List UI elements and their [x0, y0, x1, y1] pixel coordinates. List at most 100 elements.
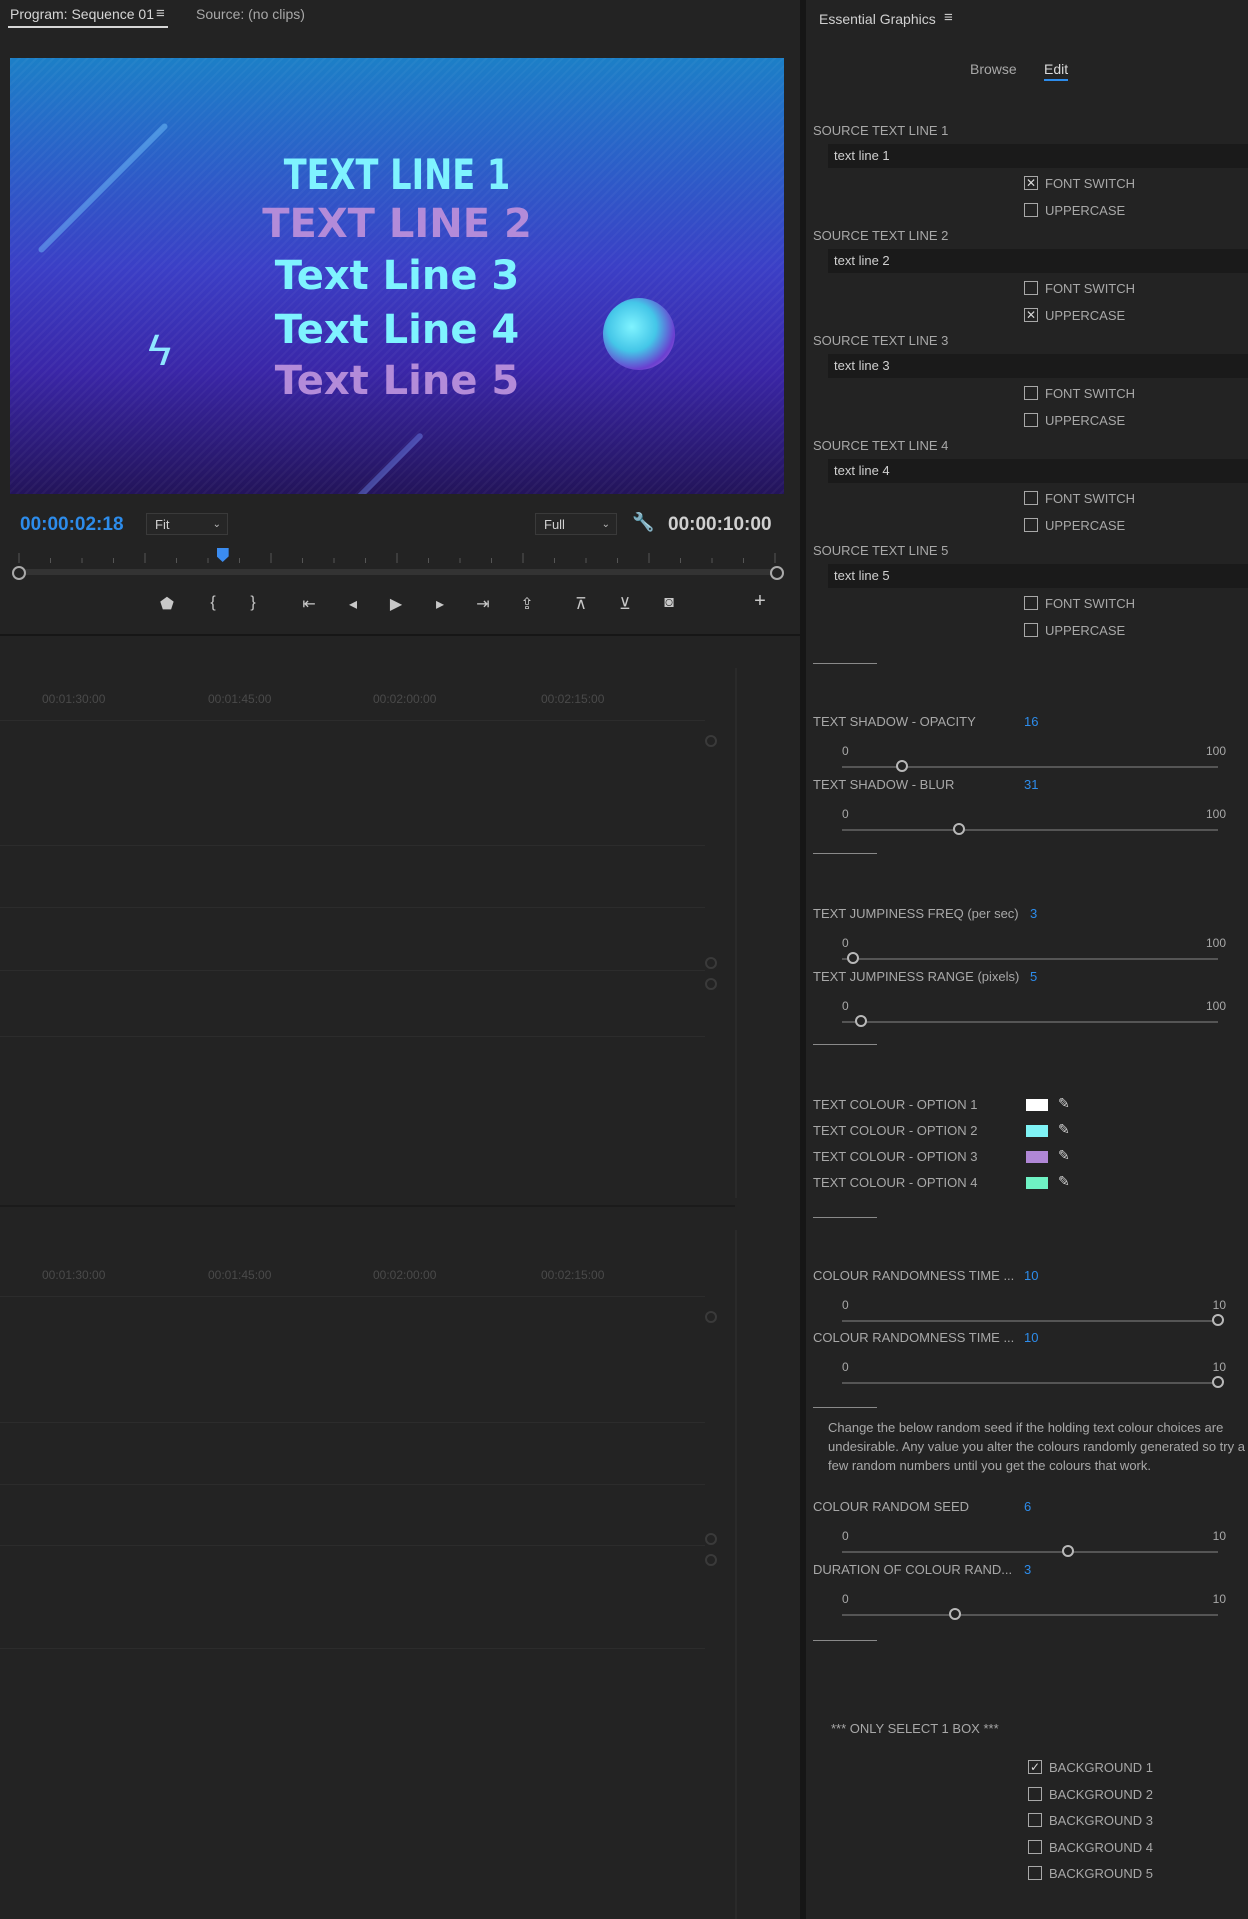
colour-swatch[interactable] [1026, 1177, 1048, 1189]
colour-swatch[interactable] [1026, 1151, 1048, 1163]
track-scroll-knob[interactable] [705, 735, 717, 747]
tab-edit[interactable]: Edit [1044, 61, 1068, 77]
extract-icon[interactable]: ⊻ [613, 594, 637, 614]
video-preview[interactable]: TEXT LINE 1 TEXT LINE 2 Text Line 3 Text… [10, 58, 784, 494]
timeline-scrollbar[interactable] [735, 668, 737, 1198]
eyedropper-icon[interactable]: ✎ [1058, 1173, 1070, 1190]
tab-underline [8, 26, 168, 28]
slider-track[interactable] [842, 829, 1218, 831]
background-checkbox[interactable] [1028, 1866, 1042, 1880]
eyedropper-icon[interactable]: ✎ [1058, 1147, 1070, 1164]
mark-in-icon[interactable]: { [201, 594, 225, 612]
slider-thumb[interactable] [948, 1608, 961, 1620]
track-scroll-knob[interactable] [705, 1533, 717, 1545]
colour-swatch[interactable] [1026, 1099, 1048, 1111]
step-back-icon[interactable]: ◂ [341, 594, 365, 614]
resolution-select[interactable]: Full ⌄ [535, 513, 617, 535]
step-forward-icon[interactable]: ▸ [428, 594, 452, 614]
tab-program[interactable]: Program: Sequence 01 [10, 6, 154, 22]
source-line-input[interactable]: text line 2 [828, 249, 1248, 273]
slider-track[interactable] [842, 1021, 1218, 1023]
program-monitor-panel: Program: Sequence 01 ≡ Source: (no clips… [0, 0, 800, 1919]
slider-value[interactable]: 5 [1030, 969, 1037, 984]
track-scroll-knob[interactable] [705, 957, 717, 969]
current-timecode[interactable]: 00:00:02:18 [20, 514, 124, 536]
track-divider [0, 1648, 705, 1649]
uppercase-checkbox[interactable] [1024, 518, 1038, 532]
background-checkbox[interactable]: ✓ [1028, 1760, 1042, 1774]
source-line-label: SOURCE TEXT LINE 5 [813, 543, 949, 558]
go-to-out-icon[interactable]: ⇥ [471, 594, 495, 614]
text-colour-label: TEXT COLOUR - OPTION 3 [813, 1149, 978, 1164]
background-checkbox[interactable] [1028, 1786, 1042, 1801]
slider-thumb[interactable] [952, 823, 965, 835]
eyedropper-icon[interactable]: ✎ [1058, 1121, 1070, 1138]
slider-thumb[interactable] [854, 1015, 867, 1027]
track-scroll-knob[interactable] [705, 978, 717, 990]
track-scroll-knob[interactable] [705, 1311, 717, 1323]
source-line-input[interactable]: text line 1 [828, 144, 1248, 168]
scrub-end-handle[interactable] [770, 566, 784, 580]
slider-value[interactable]: 6 [1024, 1499, 1031, 1514]
tab-source[interactable]: Source: (no clips) [196, 6, 305, 22]
slider-value[interactable]: 10 [1024, 1330, 1038, 1345]
text-colour-label: TEXT COLOUR - OPTION 4 [813, 1175, 978, 1190]
slider-value[interactable]: 3 [1024, 1562, 1031, 1577]
scrub-start-handle[interactable] [12, 566, 26, 580]
go-to-in-icon[interactable]: ⇤ [297, 594, 321, 614]
font-switch-checkbox[interactable] [1024, 596, 1038, 610]
slider-min: 0 [842, 1529, 849, 1543]
background-label: BACKGROUND 3 [1049, 1813, 1154, 1828]
slider-track[interactable] [842, 1382, 1218, 1384]
slider-track[interactable] [842, 1551, 1218, 1553]
essential-graphics-panel: Essential Graphics ≡ Browse Edit SOURCE … [806, 0, 1248, 1919]
hamburger-icon[interactable]: ≡ [156, 5, 165, 22]
timeline-scrollbar[interactable] [735, 1230, 737, 1919]
uppercase-checkbox[interactable] [1024, 623, 1038, 637]
slider-value[interactable]: 31 [1024, 777, 1038, 792]
mark-out-icon[interactable]: } [241, 594, 265, 612]
slider-track[interactable] [842, 1614, 1218, 1616]
slider-thumb[interactable] [1212, 1376, 1224, 1388]
uppercase-checkbox[interactable]: ✕ [1024, 308, 1038, 322]
slider-thumb[interactable] [896, 760, 909, 772]
source-line-input[interactable]: text line 3 [828, 354, 1248, 378]
export-icon[interactable]: ⇪ [515, 594, 539, 614]
slider-thumb[interactable] [1061, 1545, 1074, 1557]
background-checkbox[interactable] [1028, 1813, 1042, 1827]
font-switch-checkbox[interactable] [1024, 491, 1038, 505]
slider-value[interactable]: 10 [1024, 1268, 1038, 1283]
uppercase-checkbox[interactable] [1024, 203, 1038, 217]
add-button-icon[interactable]: + [748, 590, 772, 613]
font-switch-checkbox[interactable] [1024, 386, 1038, 400]
track-scroll-knob[interactable] [705, 1554, 717, 1566]
slider-label: TEXT SHADOW - OPACITY [813, 714, 976, 729]
slider-value[interactable]: 16 [1024, 714, 1038, 729]
slider-thumb[interactable] [847, 952, 860, 964]
uppercase-checkbox[interactable] [1024, 413, 1038, 427]
slider-thumb[interactable] [1212, 1314, 1224, 1326]
source-line-input[interactable]: text line 4 [828, 459, 1248, 483]
slider-track[interactable] [842, 958, 1218, 960]
background-checkbox[interactable] [1028, 1839, 1042, 1854]
zoom-select[interactable]: Fit ⌄ [146, 513, 228, 535]
panel-title: Essential Graphics [819, 11, 936, 27]
slider-max: 100 [1205, 807, 1226, 821]
timeline-timecode: 00:01:45:00 [208, 692, 272, 706]
camera-icon[interactable]: ◙ [657, 594, 681, 612]
font-switch-checkbox[interactable] [1024, 281, 1038, 295]
hamburger-icon[interactable]: ≡ [944, 9, 953, 26]
scrub-bar[interactable] [18, 569, 776, 575]
eyedropper-icon[interactable]: ✎ [1058, 1095, 1070, 1112]
slider-track[interactable] [842, 1320, 1218, 1322]
colour-swatch[interactable] [1026, 1125, 1048, 1137]
lift-icon[interactable]: ⊼ [569, 594, 593, 614]
source-line-input[interactable]: text line 5 [828, 564, 1248, 588]
slider-value[interactable]: 3 [1030, 906, 1037, 921]
wrench-icon[interactable]: 🔧 [632, 512, 654, 533]
play-icon[interactable]: ▶ [384, 594, 408, 614]
slider-label: TEXT JUMPINESS RANGE (pixels) [813, 969, 1020, 984]
tab-browse[interactable]: Browse [970, 61, 1017, 77]
marker-icon[interactable]: ⬟ [155, 594, 179, 614]
font-switch-checkbox[interactable]: ✕ [1024, 176, 1038, 190]
